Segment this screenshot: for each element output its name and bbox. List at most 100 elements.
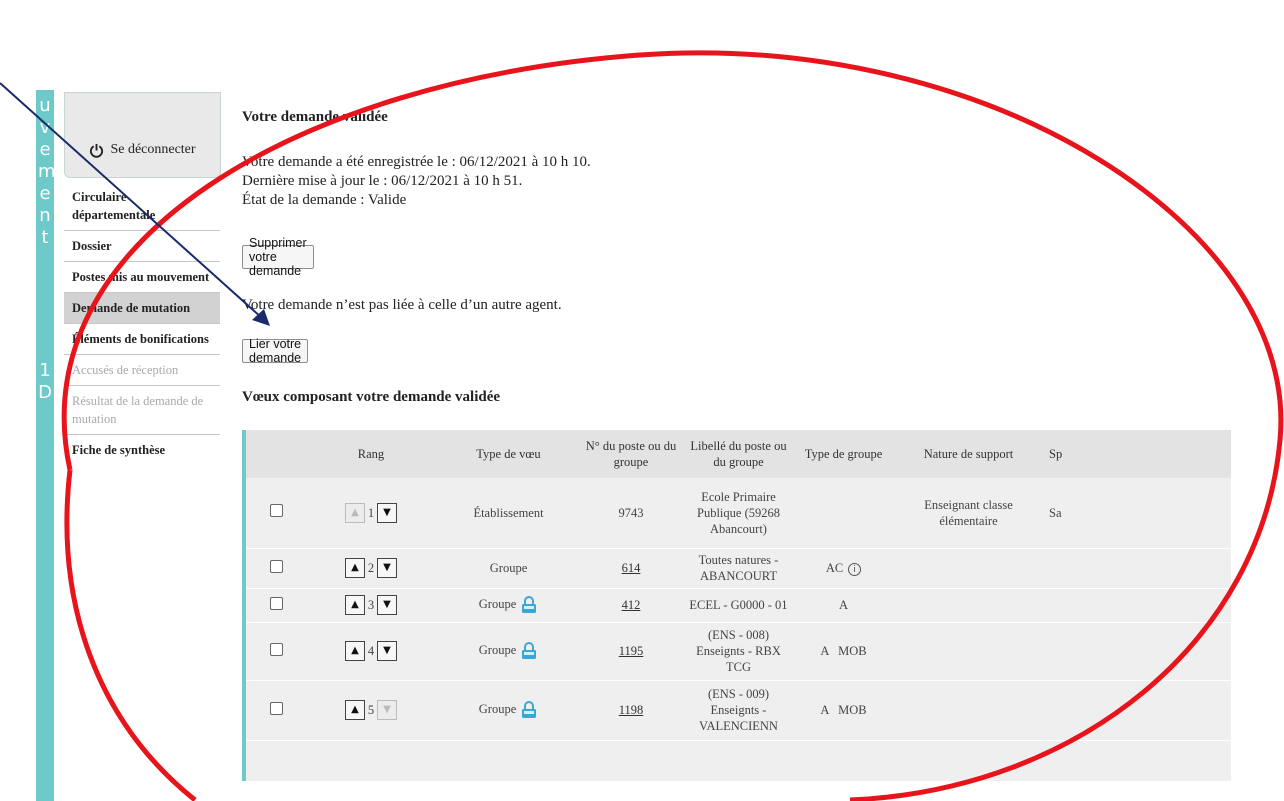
group-type: A MOB <box>820 703 867 717</box>
sidebar-item-6: Accusés de réception <box>64 355 220 386</box>
sidebar-item-1[interactable]: Circulaire départementale <box>64 182 220 231</box>
sp-cell <box>1046 548 1231 589</box>
lock-icon <box>522 596 537 614</box>
voeu-type-cell: Groupe <box>436 548 581 589</box>
header-type-voeu: Type de vœu <box>436 430 581 478</box>
arrow-up-icon[interactable]: ▲ <box>345 595 365 615</box>
lock-icon <box>522 701 537 719</box>
row-select-cell <box>246 548 306 589</box>
sidebar-item-2[interactable]: Dossier <box>64 231 220 262</box>
number-cell: 412 <box>581 588 681 623</box>
voeu-type: Groupe <box>478 596 517 611</box>
rank-number: 1 <box>367 505 375 520</box>
row-checkbox[interactable] <box>269 596 283 610</box>
arrow-up-icon[interactable]: ▲ <box>345 700 365 720</box>
label-cell: Ecole Primaire Publique (59268 Abancourt… <box>681 478 796 549</box>
arrow-up-icon: ▲ <box>345 502 365 523</box>
sidebar-item-4[interactable]: Demande de mutation <box>64 293 220 324</box>
page-title: Votre demande validée <box>242 109 388 125</box>
table-row: ▲ 5 ▼ Groupe 1198 (ENS - 009) Enseignts - VAL… <box>246 680 1231 741</box>
arrow-up-icon[interactable]: ▲ <box>345 641 365 661</box>
label-cell: (ENS - 008) Enseignts - RBX TCG <box>681 622 796 681</box>
info-icon[interactable]: i <box>848 563 862 577</box>
header-libelle: Libellé du poste ou du groupe <box>681 430 796 478</box>
sidebar-item-5[interactable]: Éléments de bonifications <box>64 324 220 355</box>
sidebar-item-8[interactable]: Fiche de synthèse <box>64 435 220 465</box>
number-cell: 614 <box>581 548 681 589</box>
sidebar-nav: Circulaire départementale Dossier Postes m… <box>64 182 220 465</box>
vertical-letter: u <box>39 95 51 116</box>
table-row: ▲ 1 ▼ Établissement 9743 Ecole Primaire Publi… <box>246 478 1231 549</box>
number-cell: 9743 <box>581 478 681 549</box>
header-type-groupe: Type de groupe <box>796 430 891 478</box>
group-type-cell: A MOB <box>796 680 891 741</box>
voeu-type-cell: Groupe <box>436 588 581 623</box>
row-checkbox[interactable] <box>269 642 283 656</box>
voeu-type: Groupe <box>478 642 517 657</box>
vertical-letter: e <box>39 183 51 204</box>
voeux-table: Rang Type de vœu N° du poste ou du group… <box>242 430 1231 781</box>
vertical-letter: n <box>39 205 51 226</box>
rank-cell: ▲ 1 ▼ <box>306 478 436 549</box>
sp-cell <box>1046 622 1231 681</box>
sidebar-item-3[interactable]: Postes mis au mouvement <box>64 262 220 293</box>
arrow-down-icon[interactable]: ▼ <box>377 558 397 578</box>
vertical-letter: 1 <box>39 360 51 381</box>
group-type: AC <box>825 560 844 575</box>
arrow-up-icon[interactable]: ▲ <box>345 558 365 578</box>
voeu-type-cell: Groupe <box>436 680 581 741</box>
rank-cell: ▲ 3 ▼ <box>306 588 436 623</box>
link-status-text: Votre demande n’est pas liée à celle d’u… <box>242 297 562 313</box>
row-checkbox[interactable] <box>269 504 283 518</box>
row-select-cell <box>246 680 306 741</box>
logout-panel: Se déconnecter <box>64 92 221 178</box>
vertical-letter: m <box>38 161 56 182</box>
row-checkbox[interactable] <box>269 701 283 715</box>
row-checkbox[interactable] <box>269 559 283 573</box>
support-cell <box>891 548 1046 589</box>
group-type: A <box>838 598 849 612</box>
group-type: A MOB <box>820 644 867 658</box>
sp-cell: Sa <box>1046 478 1231 549</box>
group-type-cell: AC i <box>796 548 891 589</box>
sidebar-item-7: Résultat de la demande de mutation <box>64 386 220 435</box>
updated-date: Dernière mise à jour le : 06/12/2021 à 1… <box>242 173 523 189</box>
arrow-down-icon[interactable]: ▼ <box>377 641 397 661</box>
support-cell: Enseignant classe élémentaire <box>891 478 1046 549</box>
rank-number: 5 <box>367 703 375 717</box>
table-row: ▲ 4 ▼ Groupe 1195 (ENS - 008) Enseignts - RBX… <box>246 622 1231 681</box>
post-number: 9743 <box>618 505 644 520</box>
label-cell: Toutes natures - ABANCOURT <box>681 548 796 589</box>
post-number[interactable]: 1198 <box>619 703 644 717</box>
delete-request-button[interactable]: Supprimer votre demande <box>242 236 314 278</box>
vertical-letter: D <box>38 382 52 403</box>
row-select-cell <box>246 588 306 623</box>
arrow-down-icon[interactable]: ▼ <box>377 595 397 615</box>
support-cell <box>891 588 1046 623</box>
post-number[interactable]: 1195 <box>619 644 644 658</box>
table-row: ▲ 3 ▼ Groupe 412 ECEL - G0000 - 01 A <box>246 588 1231 623</box>
registered-date: Votre demande a été enregistrée le : 06/… <box>242 154 591 170</box>
rank-number: 4 <box>367 644 375 658</box>
logout-label: Se déconnecter <box>110 142 196 157</box>
link-request-button[interactable]: Lier votre demande <box>242 337 309 365</box>
label-cell: ECEL - G0000 - 01 <box>681 588 796 623</box>
arrow-down-icon[interactable]: ▼ <box>377 502 397 523</box>
sp-cell <box>1046 588 1231 623</box>
post-number[interactable]: 412 <box>622 598 641 612</box>
support-cell <box>891 680 1046 741</box>
vertical-letter: e <box>39 139 51 160</box>
number-cell: 1198 <box>581 680 681 741</box>
logout-button[interactable]: Se déconnecter <box>65 133 220 167</box>
request-state: État de la demande : Valide <box>242 192 407 208</box>
post-number[interactable]: 614 <box>622 561 641 575</box>
group-type-cell <box>796 478 891 549</box>
voeu-type-cell: Établissement <box>436 478 581 549</box>
voeu-type: Groupe <box>489 561 528 575</box>
voeu-type: Groupe <box>478 701 517 716</box>
rank-cell: ▲ 4 ▼ <box>306 622 436 681</box>
vertical-letter: v <box>39 117 51 138</box>
voeu-type-cell: Groupe <box>436 622 581 681</box>
lock-icon <box>522 642 537 660</box>
header-numero: N° du poste ou du groupe <box>581 430 681 478</box>
